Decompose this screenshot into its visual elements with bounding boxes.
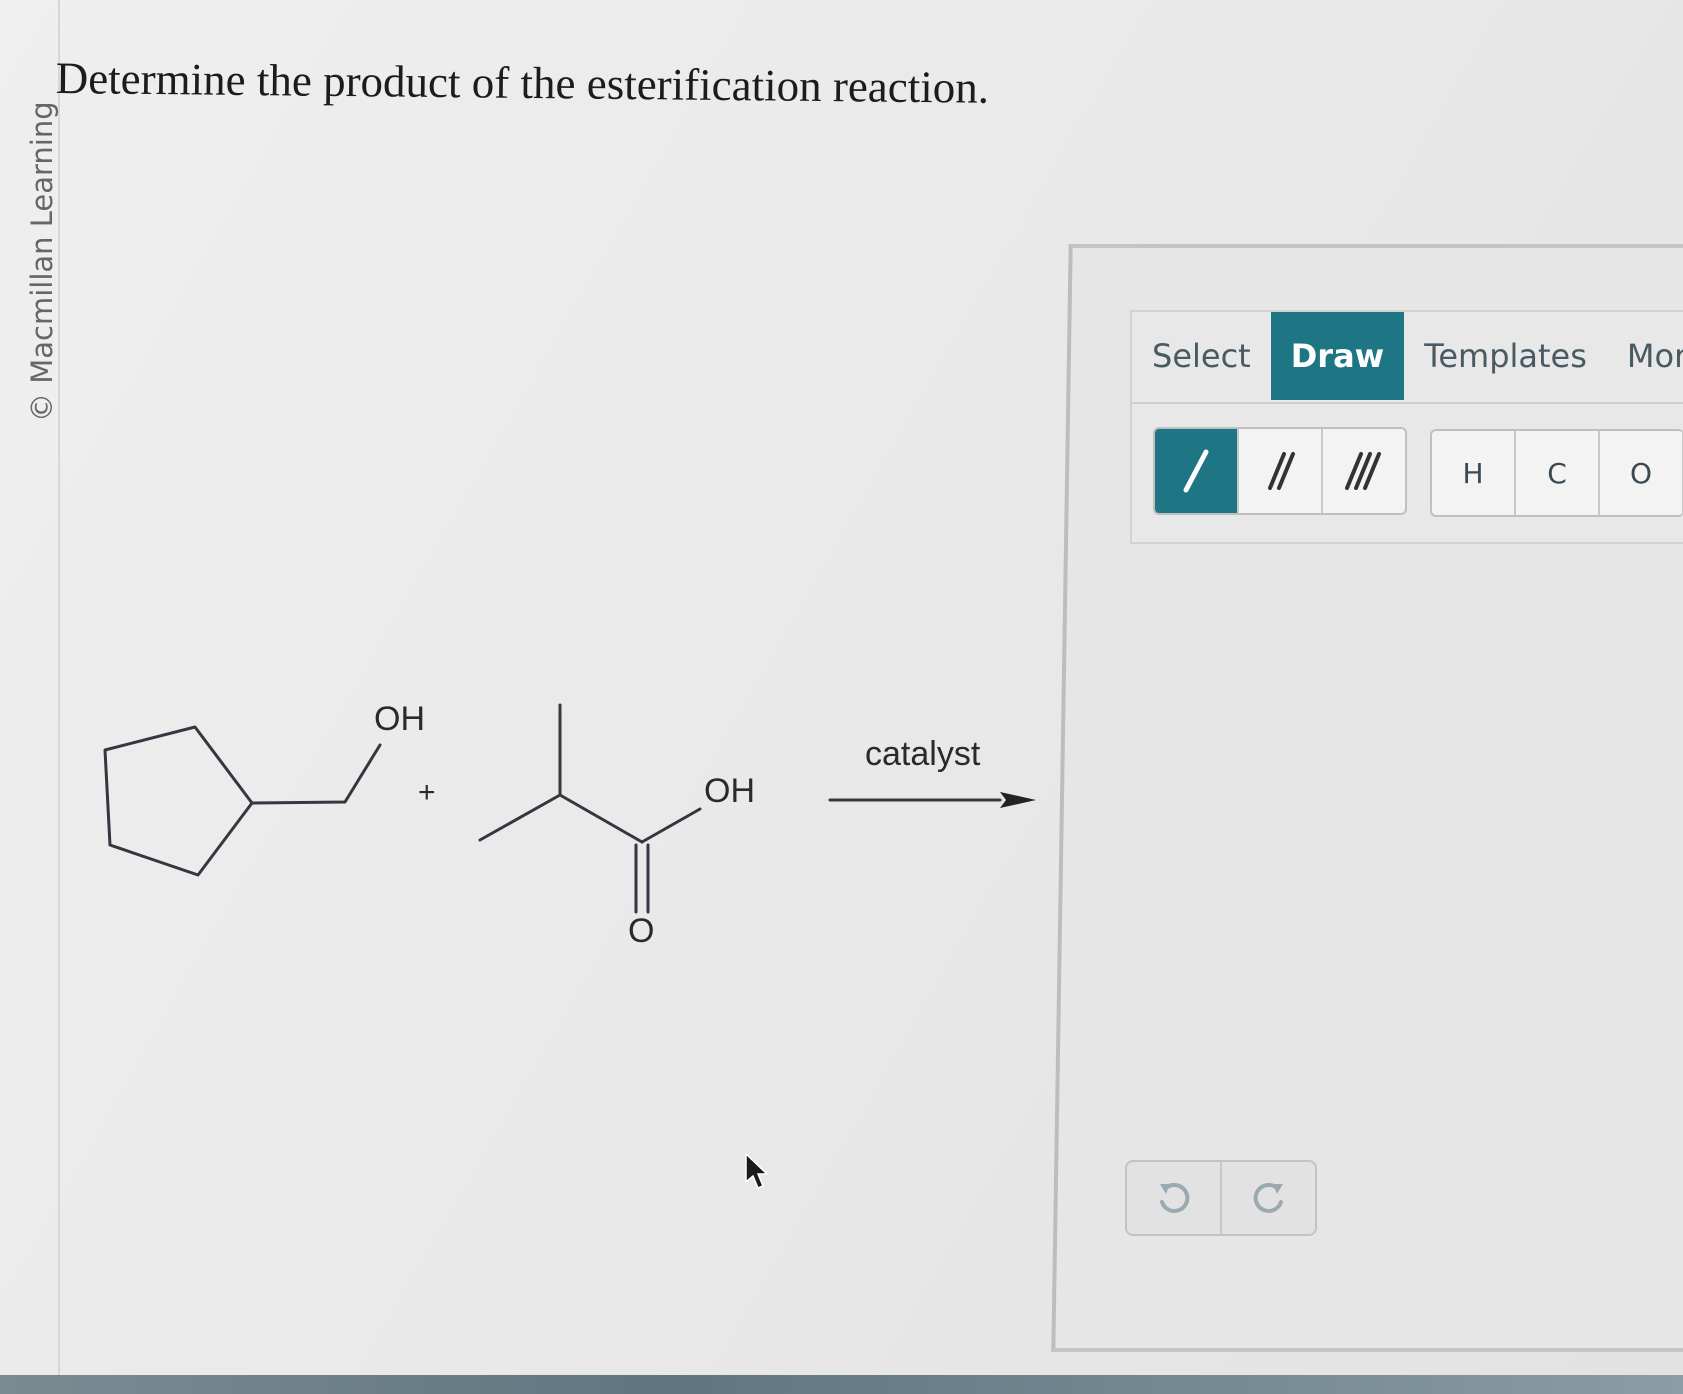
atom-h-button[interactable]: H [1432,431,1516,515]
undo-button[interactable] [1127,1162,1222,1234]
single-bond-button[interactable] [1155,429,1239,513]
tabs-divider [1132,402,1683,404]
methylene-bond [250,743,382,805]
history-controls [1125,1160,1317,1236]
tab-templates[interactable]: Templates [1404,312,1607,400]
tab-draw[interactable]: Draw [1270,312,1405,400]
c-oh-bond [640,807,702,844]
atom-tool-group: H C O [1430,429,1683,517]
undo-icon [1159,1182,1189,1213]
monitor-bezel [0,1375,1683,1394]
tab-select[interactable]: Select [1132,312,1271,400]
tab-more[interactable]: More [1607,312,1683,400]
redo-icon [1253,1182,1283,1213]
redo-button[interactable] [1222,1162,1315,1234]
reactant1-oh-label: OH [374,700,425,738]
reaction-drawing: OH + OH O catalyst [103,700,1036,950]
atom-c-button[interactable]: C [1516,431,1600,515]
cyclopentane-ring [103,725,254,877]
methyl-left-bond [478,793,562,842]
editor-tabs: Select Draw Templates More [1132,312,1683,400]
reactant2-oh-label: OH [704,772,755,810]
atom-o-button[interactable]: O [1600,431,1683,515]
catalyst-label: catalyst [865,735,981,773]
question-text: Determine the product of the esterificat… [55,52,990,113]
reaction-scheme: OH + OH O catalyst [90,690,1050,960]
double-bond-icon [1268,452,1295,490]
plus-sign: + [418,776,436,809]
double-bond-button[interactable] [1239,429,1323,513]
copyright-notice: © Macmillan Learning [25,101,59,422]
carbonyl-oxygen-label: O [628,912,654,950]
ch-carbonyl-bond [558,793,644,844]
triple-bond-icon [1345,452,1381,490]
reaction-arrow-head [1000,792,1036,808]
single-bond-icon [1183,449,1209,493]
triple-bond-button[interactable] [1323,429,1405,513]
mouse-cursor-icon [745,1152,769,1189]
bond-tool-group [1153,427,1407,515]
